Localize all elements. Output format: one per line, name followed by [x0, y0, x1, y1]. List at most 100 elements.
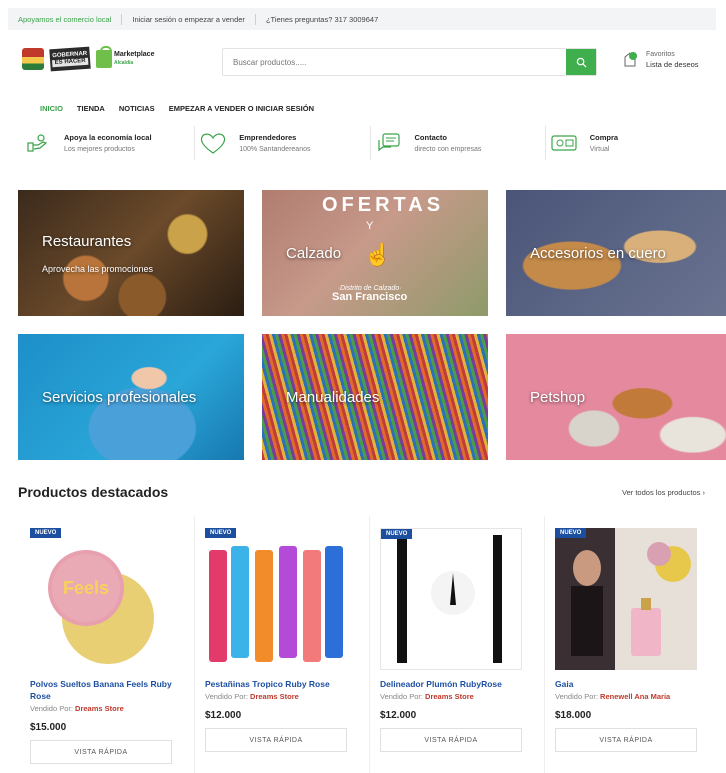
new-badge: NUEVO — [381, 529, 413, 539]
product-image[interactable]: NUEVO — [555, 528, 697, 670]
card-icon — [550, 132, 578, 154]
main-nav: INICIO TIENDA NOTICIAS EMPEZAR A VENDER … — [40, 104, 314, 113]
seller-name[interactable]: Dreams Store — [425, 692, 474, 701]
product-seller: Vendido Por: Renewell Ana Maria — [555, 692, 710, 701]
eyeliner-image — [397, 535, 502, 663]
perfume-image — [555, 528, 697, 670]
powder-compact-image — [48, 550, 154, 664]
shield-logo — [22, 48, 44, 70]
gobernar-logo: GOBERNAR ES HACER — [49, 46, 91, 72]
quick-view-button[interactable]: VISTA RÁPIDA — [30, 740, 172, 764]
seller-name[interactable]: Dreams Store — [75, 704, 124, 713]
category-title: Accesorios en cuero — [530, 244, 666, 262]
category-title: Manualidades — [286, 388, 380, 406]
nav-noticias[interactable]: NOTICIAS — [119, 104, 155, 113]
product-name[interactable]: Gaia — [555, 678, 710, 690]
logo-gob-line2: ES HACER — [52, 57, 88, 68]
category-title: Restaurantes — [42, 232, 132, 250]
feature-subtitle: Los mejores productos — [64, 146, 135, 153]
feature-compra: Compra Virtual — [546, 126, 720, 160]
category-title: Petshop — [530, 388, 586, 406]
new-badge: NUEVO — [555, 528, 587, 538]
feature-emprendedores: Emprendedores 100% Santandereanos — [195, 126, 371, 160]
seller-prefix: Vendido Por: — [205, 692, 248, 701]
quick-view-button[interactable]: VISTA RÁPIDA — [555, 728, 697, 752]
product-card[interactable]: NUEVO Delineador Plumón RubyRose Vendido… — [370, 516, 545, 773]
wishlist-label: Lista de deseos — [646, 60, 699, 69]
chat-icon — [375, 132, 403, 154]
favorites-label: Favoritos — [646, 51, 675, 58]
nav-empezar-vender[interactable]: EMPEZAR A VENDER O INICIAR SESIÓN — [169, 104, 314, 113]
category-manualidades[interactable]: Manualidades — [262, 334, 488, 460]
feature-subtitle: Virtual — [589, 146, 610, 153]
logo-mkt-name: Marketplace — [114, 51, 155, 58]
product-name[interactable]: Pestañinas Tropico Ruby Rose — [205, 678, 359, 690]
product-price: $12.000 — [380, 710, 417, 721]
product-name[interactable]: Delineador Plumón RubyRose — [380, 678, 534, 690]
product-seller: Vendido Por: Dreams Store — [205, 692, 359, 701]
see-all-products-link[interactable]: Ver todos los productos › — [622, 488, 705, 497]
search-button[interactable] — [566, 49, 596, 75]
product-price: $15.000 — [30, 722, 67, 733]
seller-prefix: Vendido Por: — [30, 704, 73, 713]
seller-name[interactable]: Renewell Ana Maria — [600, 692, 670, 701]
pointer-hand-icon: ☝ — [364, 242, 392, 267]
product-image[interactable]: NUEVO — [380, 528, 522, 670]
chevron-right-icon: › — [702, 488, 705, 497]
marketplace-logo: Marketplace Alcaldía — [96, 46, 154, 68]
distrito-banner: ·Distrito de Calzado· San Francisco — [332, 284, 408, 303]
product-card[interactable]: NUEVO Gaia Vendido Por: Renewell Ana Mar… — [545, 516, 720, 773]
feature-economia: Apoya la economía local Los mejores prod… — [20, 126, 196, 160]
favorites-link[interactable]: Favoritos Lista de deseos — [622, 50, 699, 70]
heart-icon — [199, 132, 227, 154]
marketplace-logo-text: Marketplace Alcaldía — [114, 51, 154, 67]
category-restaurantes[interactable]: Restaurantes Aprovecha las promociones — [18, 190, 244, 316]
product-image[interactable]: NUEVO Feels — [30, 528, 172, 670]
quick-view-button[interactable]: VISTA RÁPIDA — [205, 728, 347, 752]
category-subtitle: Aprovecha las promociones — [42, 263, 154, 274]
seller-prefix: Vendido Por: — [555, 692, 598, 701]
seller-name[interactable]: Dreams Store — [250, 692, 299, 701]
search-input[interactable] — [223, 49, 566, 75]
section-title: Productos destacados — [18, 484, 169, 500]
feature-subtitle: 100% Santandereanos — [239, 146, 311, 153]
category-petshop[interactable]: Petshop — [506, 334, 726, 460]
product-card[interactable]: NUEVO Pestañinas Tropico Ruby Rose Vendi… — [195, 516, 370, 773]
feature-title: Emprendedores — [239, 133, 297, 142]
feature-title: Compra — [589, 133, 619, 142]
feature-contacto: Contacto directo con empresas — [371, 126, 546, 160]
nav-inicio[interactable]: INICIO — [40, 104, 63, 113]
nav-tienda[interactable]: TIENDA — [77, 104, 105, 113]
feature-subtitle: directo con empresas — [414, 146, 482, 153]
category-title: Servicios profesionales — [42, 388, 197, 406]
features-strip: Apoya la economía local Los mejores prod… — [20, 126, 720, 160]
login-link[interactable]: Iniciar sesión o empezar a vender — [122, 13, 256, 25]
ofertas-banner-text: OFERTAS — [322, 194, 445, 216]
category-servicios[interactable]: Servicios profesionales — [18, 334, 244, 460]
distrito-line2: San Francisco — [332, 291, 408, 303]
product-name[interactable]: Polvos Sueltos Banana Feels Ruby Rose — [30, 678, 184, 702]
logo-mkt-sub: Alcaldía — [114, 60, 134, 66]
feature-title: Contacto — [414, 133, 448, 142]
search-bar — [222, 48, 597, 76]
new-badge: NUEVO — [30, 528, 62, 538]
new-badge: NUEVO — [205, 528, 237, 538]
support-local-link[interactable]: Apoyamos el comercio local — [8, 13, 123, 25]
search-icon — [576, 57, 587, 68]
category-accesorios-cuero[interactable]: Accesorios en cuero — [506, 190, 726, 316]
quick-view-button[interactable]: VISTA RÁPIDA — [380, 728, 522, 752]
category-calzado[interactable]: OFERTAS Y Calzado ☝ ·Distrito de Calzado… — [262, 190, 488, 316]
seller-prefix: Vendido Por: — [380, 692, 423, 701]
product-card[interactable]: NUEVO Feels Polvos Sueltos Banana Feels … — [20, 516, 195, 773]
product-image[interactable]: NUEVO — [205, 528, 347, 670]
phone-info: ¿Tienes preguntas? 317 3009647 — [265, 14, 379, 24]
feature-title: Apoya la economía local — [64, 133, 152, 142]
mascara-tubes-image — [209, 546, 343, 662]
product-list: NUEVO Feels Polvos Sueltos Banana Feels … — [20, 516, 720, 773]
shopping-bag-icon — [96, 46, 112, 68]
product-image-label: Feels — [63, 578, 110, 598]
top-bar: Apoyamos el comercio local Iniciar sesió… — [8, 8, 716, 30]
product-price: $18.000 — [555, 710, 592, 721]
header-logos[interactable]: GOBERNAR ES HACER Marketplace Alcaldía — [22, 46, 154, 72]
product-price: $12.000 — [205, 710, 242, 721]
